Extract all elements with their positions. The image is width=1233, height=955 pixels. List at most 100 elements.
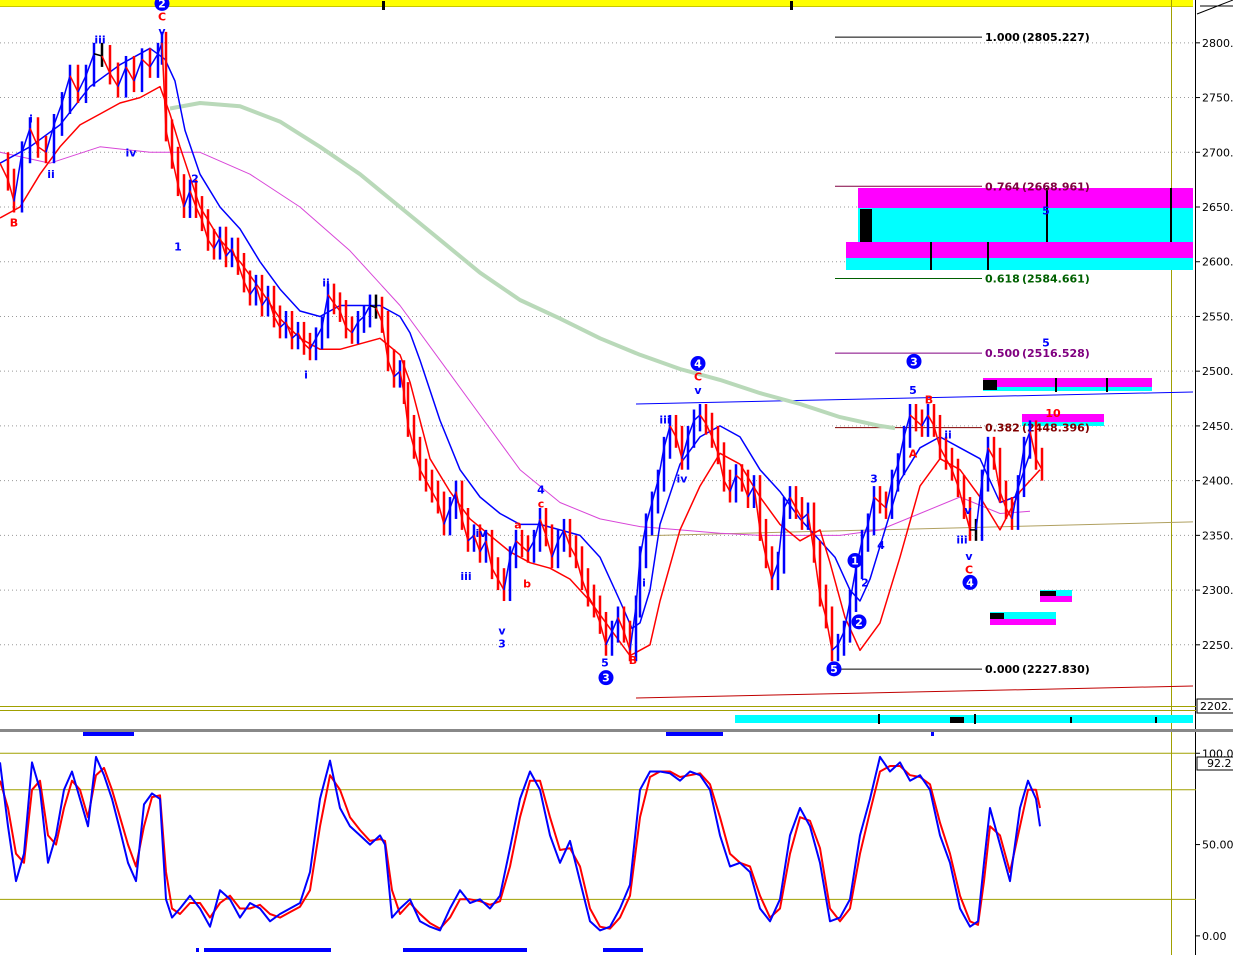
wave-label: 4 (877, 539, 885, 552)
wave-circle-label: 4 (966, 576, 974, 589)
wave-label: ii (47, 168, 55, 181)
price-tick-label: 2500. (1202, 365, 1233, 378)
fib-price-label: (2668.961) (1022, 180, 1090, 193)
wave-label: v (964, 504, 972, 517)
bottom-cyan-strip-mark (878, 714, 880, 724)
wave-label: B (925, 394, 933, 407)
wave-circle-label: 3 (602, 672, 610, 685)
wave-label: ii (944, 429, 952, 442)
price-tick-label: 2650. (1202, 201, 1233, 214)
zone-tick (1055, 378, 1057, 392)
wave-label: C (965, 563, 973, 576)
fib-ratio-label: 0.618 (985, 273, 1020, 286)
price-tick-label: 2600. (1202, 256, 1233, 269)
channel-lower-line (635, 685, 1194, 699)
wave-label: iv (476, 527, 488, 540)
fib-levels: 1.000 (2805.227) 0.764 (2668.961) 0.618 (2584… (835, 31, 1090, 676)
bottom-cyan-strip-mark (974, 714, 976, 724)
price-tick-label: 2750. (1202, 92, 1233, 105)
wave-labels: BiiiiiiivCv21iii4caivbiiiv35 BCviiiivi5BA… (10, 0, 1061, 686)
price-tick-label: 2400. (1202, 475, 1233, 488)
zone-magenta (846, 242, 1193, 258)
wave-label: c (538, 498, 545, 511)
price-series (0, 31, 1044, 662)
wave-circle-label: 2 (855, 616, 863, 629)
bottom-cyan-strip-mark (1070, 717, 1072, 723)
cycle-marker (83, 732, 134, 736)
wave-label: 5 (1042, 337, 1050, 350)
wave-label: 10 (1045, 407, 1061, 420)
zone-tick (930, 242, 932, 270)
wave-label: 2 (861, 576, 869, 589)
wave-label: iii (659, 413, 670, 426)
channel-lines (635, 391, 1194, 699)
price-tick-label: 2300. (1202, 584, 1233, 597)
cycle-marker (603, 948, 643, 952)
wave-circle-label: 2 (158, 0, 166, 10)
wave-label: i (642, 576, 646, 589)
fib-ratio-label: 1.000 (985, 31, 1020, 44)
zone-tick (1106, 378, 1108, 392)
wave-label: iii (956, 534, 967, 547)
wave-label: ii (322, 277, 330, 290)
stochastic-value-label: 92.2 (1207, 757, 1232, 770)
price-tick-label: 2800. (1202, 37, 1233, 50)
fib-price-label: (2227.830) (1022, 663, 1090, 676)
price-tick-label: 2450. (1202, 420, 1233, 433)
top-bar-mark (382, 1, 385, 10)
stochastic-d-line (0, 765, 1041, 930)
zone-tick (987, 242, 989, 270)
fib-ratio-label: 0.000 (985, 663, 1020, 676)
fib-price-label: (2584.661) (1022, 273, 1090, 286)
wave-label: C (694, 371, 702, 384)
zone-dark-block (860, 209, 872, 242)
wave-label: v (158, 25, 166, 38)
top-bar-mark (790, 1, 793, 10)
wave-label: v (694, 384, 702, 397)
wave-label: a (514, 518, 521, 531)
wave-label: 5 (909, 384, 917, 397)
wave-label: 5 (601, 656, 609, 669)
long-moving-average-line (169, 101, 896, 431)
wave-label: 4 (537, 483, 545, 496)
wave-label: v (498, 625, 506, 638)
wave-label: i (304, 368, 308, 381)
stochastic-tick-label: 0.00 (1202, 930, 1227, 943)
bottom-cyan-strip (735, 714, 1193, 724)
wave-label: 3 (870, 472, 878, 485)
wave-label: 2 (191, 173, 199, 186)
zone-cyan (983, 387, 1152, 391)
top-bar (0, 0, 1193, 6)
cycle-marker (931, 732, 934, 736)
cycle-marker (403, 948, 527, 952)
wave-label: 1 (174, 240, 182, 253)
wave-circle-label: 1 (851, 555, 859, 568)
wave-label: C (158, 11, 166, 24)
wave-label: v (965, 550, 973, 563)
fib-ratio-label: 0.764 (985, 180, 1020, 193)
stochastic-tick-label: 50.00 (1202, 839, 1233, 852)
wave-label: iv (126, 146, 138, 159)
zone-dark-block (1040, 591, 1056, 596)
bottom-cyan-strip-mark (950, 717, 964, 723)
stochastic-y-axis: 100.050.000.00 (1195, 747, 1233, 943)
zone-dark-block (990, 613, 1004, 619)
wave-label: B (10, 216, 18, 229)
fib-price-label: (2516.528) (1022, 347, 1090, 360)
wave-label: iii (94, 34, 105, 47)
stochastic-series (0, 755, 1041, 932)
panel-splitter[interactable] (0, 729, 1233, 732)
fib-ratio-label: 0.500 (985, 347, 1020, 360)
wave-label: b (523, 578, 531, 591)
price-box: 2202. (1196, 698, 1233, 714)
cycle-marker (204, 948, 331, 952)
cycle-marker (196, 948, 199, 952)
stochastic-k-line (0, 755, 1041, 932)
cycle-marker (666, 732, 723, 736)
price-box-label: 2202. (1200, 700, 1232, 713)
price-tick-label: 2700. (1202, 146, 1233, 159)
wave-label: A (909, 447, 918, 460)
price-tick-label: 2250. (1202, 639, 1233, 652)
zone-magenta (983, 378, 1152, 387)
wave-label: B (629, 654, 637, 667)
